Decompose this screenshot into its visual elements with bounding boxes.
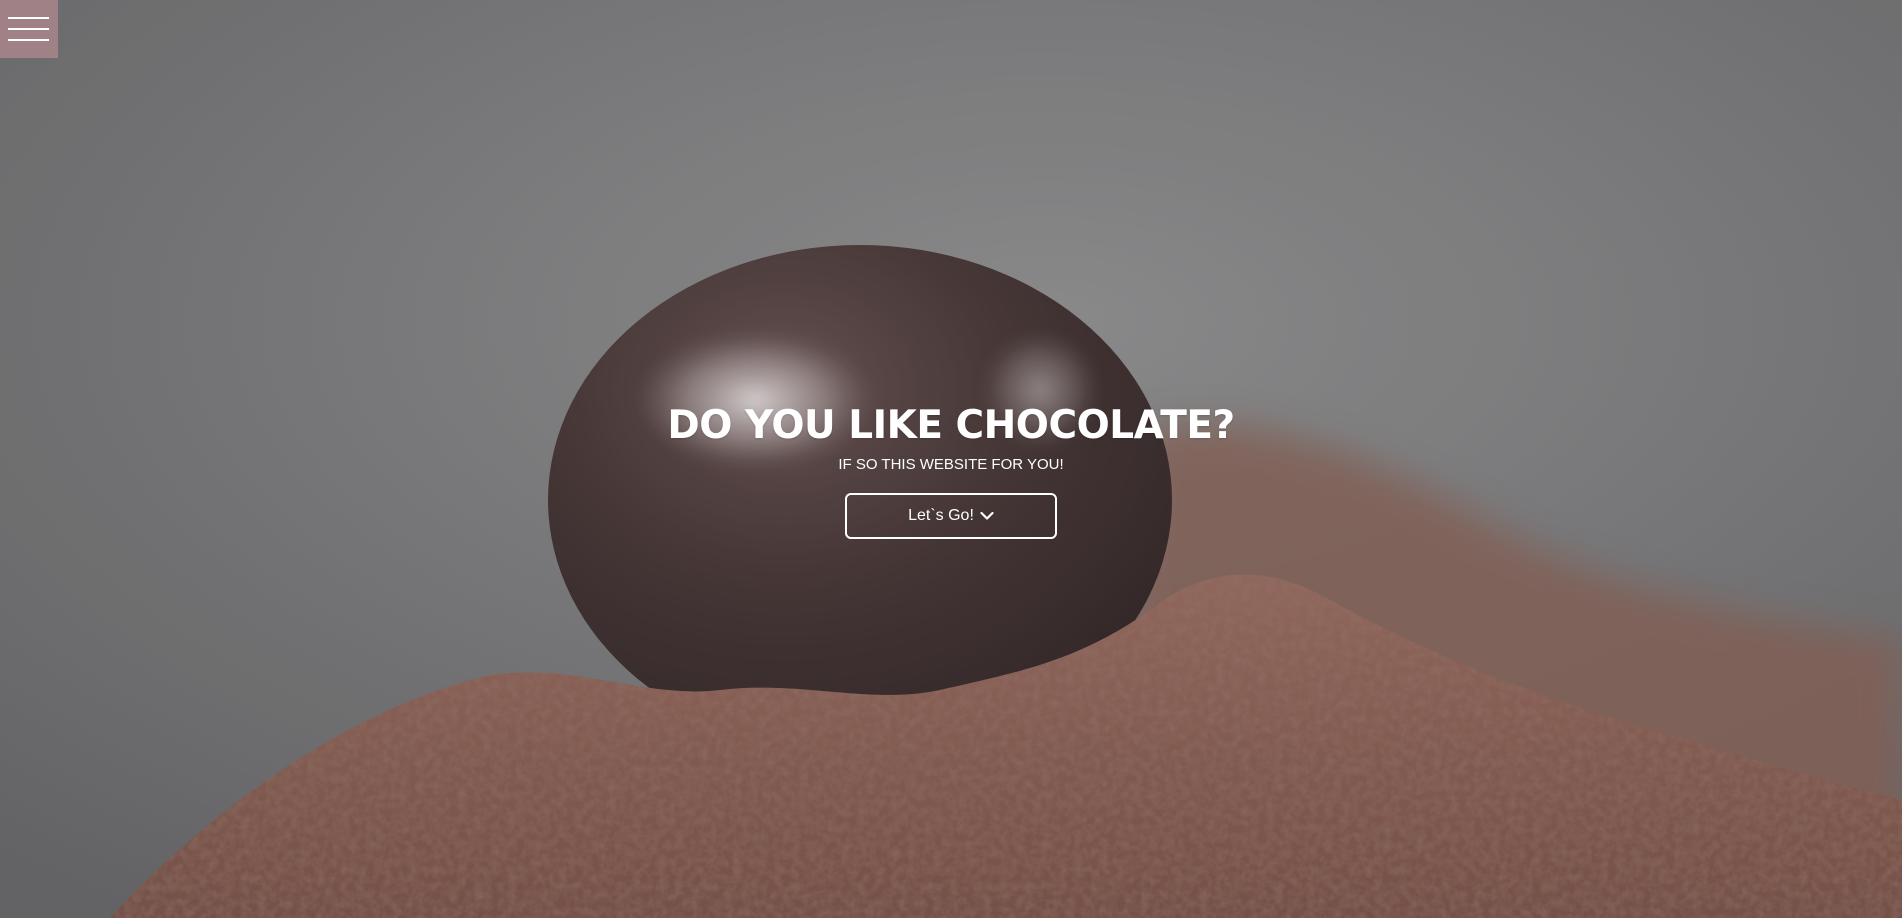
hero-subtitle: IF SO THIS WEBSITE FOR YOU! (838, 456, 1064, 473)
hamburger-menu-icon-bar (8, 28, 49, 30)
hamburger-menu-button[interactable] (0, 0, 58, 58)
hero-section: DO YOU LIKE CHOCOLATE? IF SO THIS WEBSIT… (0, 0, 1902, 918)
hero-title: DO YOU LIKE CHOCOLATE? (667, 403, 1235, 448)
lets-go-button[interactable]: Let`s Go! (845, 493, 1057, 539)
lets-go-button-label: Let`s Go! (908, 507, 974, 524)
hamburger-menu-icon (8, 17, 49, 19)
chevron-down-icon (980, 511, 994, 520)
hamburger-menu-icon-bar (8, 39, 49, 41)
hero-content: DO YOU LIKE CHOCOLATE? IF SO THIS WEBSIT… (0, 400, 1902, 539)
